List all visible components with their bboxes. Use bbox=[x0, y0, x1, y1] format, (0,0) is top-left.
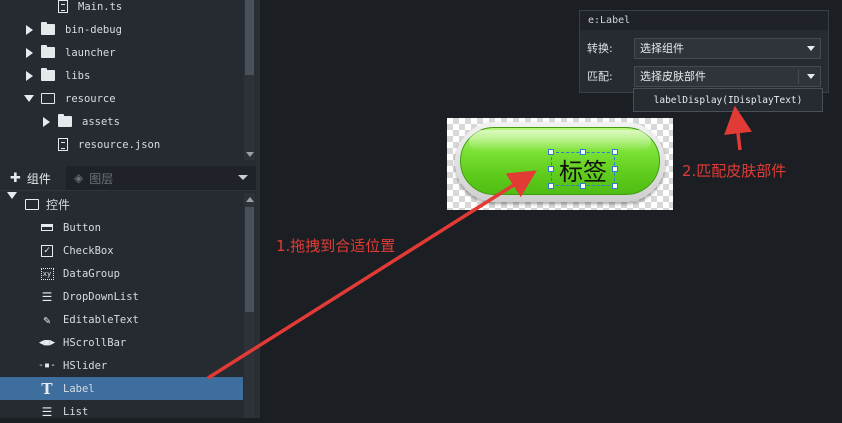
match-arrow bbox=[724, 105, 752, 151]
annotation-arrows bbox=[207, 105, 752, 380]
drag-arrow bbox=[207, 170, 537, 380]
annotation-step1: 1.拖拽到合适位置 bbox=[276, 237, 396, 255]
annotation-step2: 2.匹配皮肤部件 bbox=[682, 162, 787, 180]
